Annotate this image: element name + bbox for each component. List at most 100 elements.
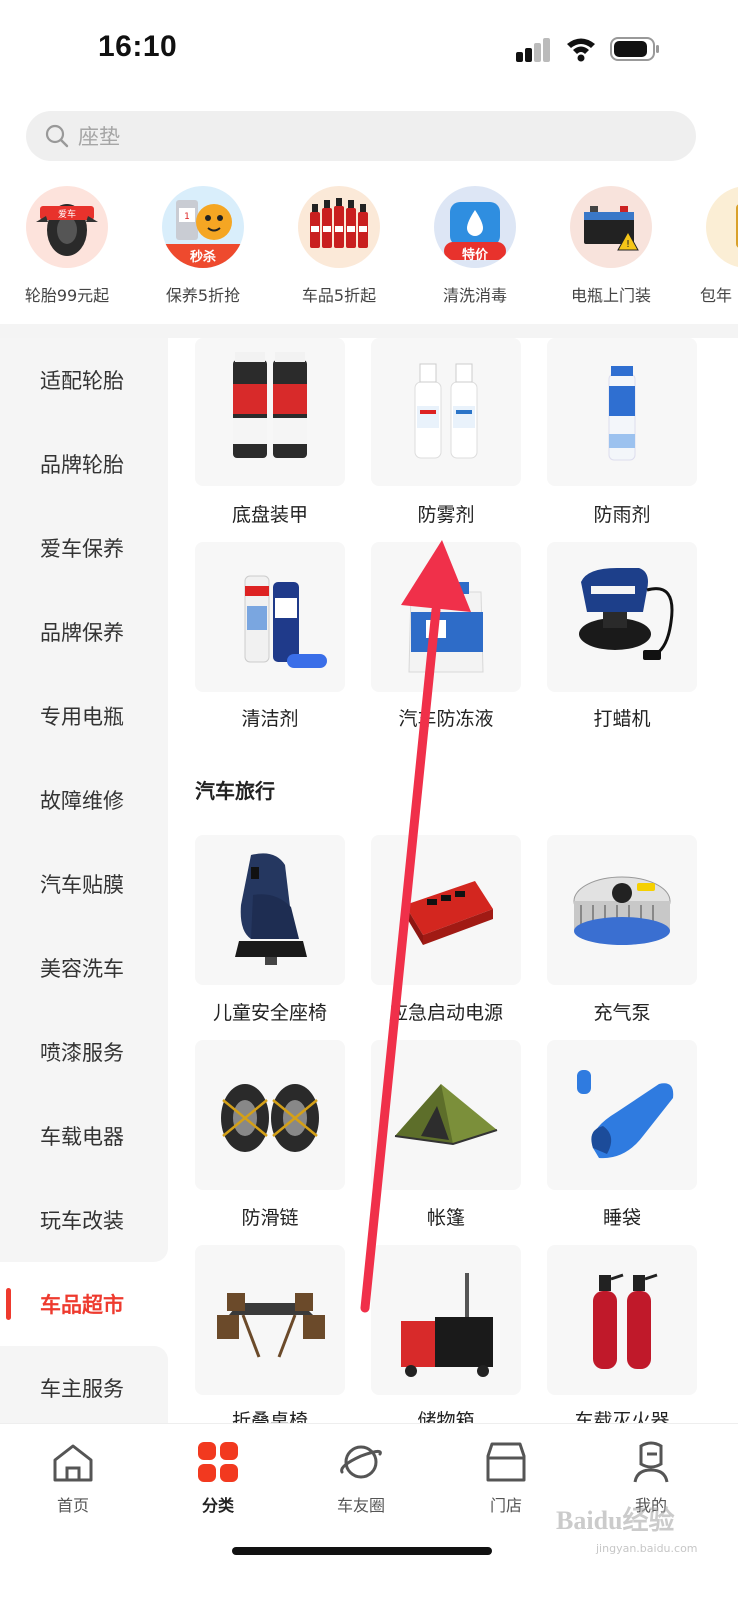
fire-extinguisher-icon: [593, 1273, 658, 1369]
product-name: 儿童安全座椅: [212, 1002, 327, 1024]
product-card[interactable]: [195, 338, 345, 486]
category-grid-icon: [198, 1442, 238, 1482]
product-card[interactable]: [547, 835, 697, 985]
section-divider: [0, 324, 738, 338]
product-card[interactable]: [371, 835, 521, 985]
quick-category-car-products[interactable]: 车品5折起: [271, 186, 407, 306]
anti-fog-spray-icon: [414, 363, 478, 459]
product-card[interactable]: [195, 1245, 345, 1395]
sidebar-item-modification[interactable]: 玩车改装: [0, 1178, 168, 1262]
sidebar-item-car-wash[interactable]: 美容洗车: [0, 926, 168, 1010]
underbody-coating-icon: [233, 352, 307, 458]
sleeping-bag-icon: [577, 1070, 674, 1159]
home-indicator: [232, 1547, 492, 1555]
quick-category-label: 轮胎99元起: [24, 286, 110, 305]
quick-category-label: 包年: [700, 286, 733, 305]
product-name: 打蜡机: [593, 708, 651, 730]
product-card[interactable]: [371, 1040, 521, 1190]
home-icon: [53, 1444, 93, 1482]
nav-label: 门店: [489, 1496, 522, 1515]
sidebar-item-label: 美容洗车: [40, 957, 124, 981]
product-name: 睡袋: [602, 1207, 641, 1229]
oil-bottle-icon: 1 秒杀: [162, 186, 244, 268]
product-name: 储物箱: [417, 1410, 475, 1423]
sidebar-item-brand-maintenance[interactable]: 品牌保养: [0, 590, 168, 674]
product-card[interactable]: [371, 1245, 521, 1395]
status-time: 16:10: [98, 30, 178, 63]
sidebar-item-car-maintenance[interactable]: 爱车保养: [0, 506, 168, 590]
nav-label: 车友圈: [336, 1496, 385, 1515]
watermark-url: jingyan.baidu.com: [596, 1542, 698, 1555]
product-card[interactable]: [195, 1040, 345, 1190]
quick-category-annual[interactable]: 包年: [679, 186, 738, 306]
product-card[interactable]: [371, 338, 521, 486]
product-name: 底盘装甲: [231, 504, 308, 526]
quick-category-row: 爱车 轮胎99元起 1 秒杀 保养5折抢 车品5折起 特价 清洗消毒 ! 电瓶上…: [0, 186, 738, 311]
tire-icon: 爱车: [26, 186, 108, 268]
sidebar-item-fit-tires[interactable]: 适配轮胎: [0, 338, 168, 422]
sidebar-item-label: 玩车改装: [40, 1209, 124, 1233]
product-name: 应急启动电源: [388, 1002, 503, 1024]
quick-category-tires[interactable]: 爱车 轮胎99元起: [0, 186, 135, 306]
sidebar-item-owner-services[interactable]: 车主服务: [0, 1346, 168, 1430]
product-card[interactable]: [547, 338, 697, 486]
child-car-seat-icon: [235, 853, 307, 965]
watermark-logo: Baidu经验: [556, 1506, 675, 1535]
product-card[interactable]: [547, 1245, 697, 1395]
sidebar-item-car-electronics[interactable]: 车载电器: [0, 1094, 168, 1178]
product-name: 充气泵: [593, 1002, 651, 1024]
sidebar-item-paint[interactable]: 喷漆服务: [0, 1010, 168, 1094]
air-pump-icon: [573, 876, 671, 945]
product-name: 防雨剂: [593, 504, 651, 526]
category-sidebar: 适配轮胎 品牌轮胎 爱车保养 品牌保养 专用电瓶 故障维修 汽车贴膜 美容洗车 …: [0, 338, 168, 1430]
sidebar-item-repair[interactable]: 故障维修: [0, 758, 168, 842]
status-bar: 16:10: [0, 0, 738, 100]
product-name: 清洁剂: [241, 708, 299, 730]
product-name: 帐篷: [426, 1207, 465, 1229]
product-card[interactable]: [195, 542, 345, 692]
flash-sale-badge: 秒杀: [189, 250, 216, 265]
rain-repellent-icon: [608, 366, 636, 461]
oil-can-icon: [706, 186, 738, 268]
quick-category-washing[interactable]: 特价 清洗消毒: [407, 186, 543, 306]
product-card[interactable]: [195, 835, 345, 985]
product-card[interactable]: [547, 542, 697, 692]
nav-category[interactable]: 分类: [168, 1438, 268, 1516]
section-title-travel: 汽车旅行: [195, 779, 275, 803]
sidebar-item-label: 车载电器: [40, 1125, 124, 1149]
nav-store[interactable]: 门店: [456, 1438, 556, 1516]
cleaner-cans-icon: [244, 575, 327, 668]
sidebar-item-brand-tires[interactable]: 品牌轮胎: [0, 422, 168, 506]
sidebar-item-battery[interactable]: 专用电瓶: [0, 674, 168, 758]
quick-category-battery[interactable]: ! 电瓶上门装: [543, 186, 679, 306]
battery-icon: [610, 37, 659, 61]
sidebar-item-car-supermarket[interactable]: 车品超市: [0, 1262, 168, 1346]
sidebar-item-label: 车主服务: [40, 1377, 124, 1401]
product-name: 折叠桌椅: [231, 1410, 308, 1423]
product-card[interactable]: [547, 1040, 697, 1190]
quick-category-label: 车品5折起: [301, 286, 377, 305]
sidebar-item-label: 故障维修: [40, 789, 124, 813]
car-polisher-icon: [579, 568, 674, 660]
search-icon: [45, 124, 69, 148]
sidebar-item-window-film[interactable]: 汽车贴膜: [0, 842, 168, 926]
cellular-signal-icon: [516, 38, 552, 62]
quick-category-maintenance[interactable]: 1 秒杀 保养5折抢: [135, 186, 271, 306]
sidebar-item-label: 适配轮胎: [40, 369, 124, 393]
quick-category-label: 清洗消毒: [442, 286, 507, 305]
storage-cart-icon: [401, 1273, 493, 1377]
folding-table-chairs-icon: [217, 1293, 325, 1358]
sidebar-item-label: 专用电瓶: [40, 705, 124, 729]
quick-category-label: 保养5折抢: [165, 286, 241, 305]
special-price-badge: 特价: [461, 248, 488, 263]
product-name: 汽车防冻液: [398, 708, 494, 730]
nav-car-community[interactable]: 车友圈: [311, 1438, 411, 1516]
nav-label: 分类: [201, 1496, 234, 1515]
product-card[interactable]: [371, 542, 521, 692]
wifi-icon: [567, 38, 595, 62]
product-grid: 底盘装甲 防雾剂 防雨剂 清洁剂 汽车防冻液 打蜡机 汽车旅行 儿童安全座椅 应…: [168, 338, 738, 1423]
sidebar-item-label: 品牌轮胎: [40, 453, 124, 477]
search-input[interactable]: 座垫: [26, 111, 696, 161]
nav-home[interactable]: 首页: [23, 1438, 123, 1516]
planet-icon: [340, 1445, 382, 1479]
